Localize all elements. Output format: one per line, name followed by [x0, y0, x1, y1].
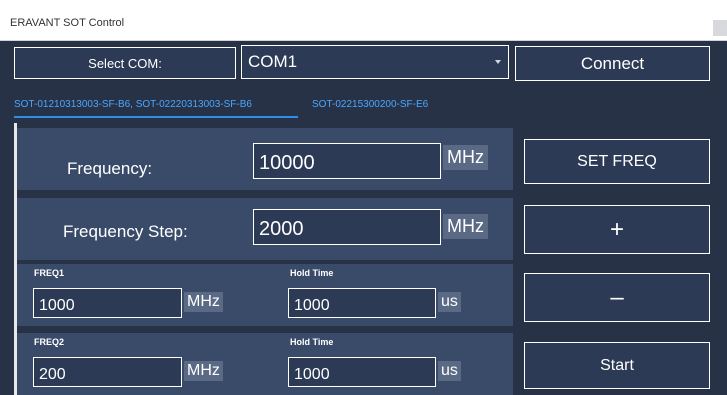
- device-tabs: SOT-01210313003-SF-B6, SOT-02220313003-S…: [0, 89, 727, 119]
- com-port-select[interactable]: COM1: [241, 45, 509, 79]
- frequency-unit: MHz: [443, 145, 488, 170]
- freq1-input[interactable]: 1000: [33, 288, 182, 318]
- freq2-unit: MHz: [184, 361, 223, 381]
- window-control-icon[interactable]: [713, 20, 727, 36]
- freq1-hold-input[interactable]: 1000: [288, 288, 436, 318]
- freq1-unit: MHz: [184, 292, 223, 312]
- chevron-down-icon: [495, 60, 501, 64]
- frequency-input[interactable]: 10000: [253, 143, 441, 179]
- frequency-step-input[interactable]: 2000: [253, 209, 441, 245]
- freq1-row: FREQ1 1000 MHz Hold Time 1000 us: [17, 264, 513, 326]
- freq1-hold-unit: us: [438, 292, 461, 312]
- frequency-label: Frequency:: [67, 159, 153, 178]
- freq2-input[interactable]: 200: [33, 357, 182, 387]
- freq2-row: FREQ2 200 MHz Hold Time 1000 us: [17, 333, 513, 395]
- start-button[interactable]: Start: [524, 342, 710, 389]
- freq1-label: FREQ1: [34, 268, 65, 278]
- select-com-label: Select COM:: [14, 47, 236, 79]
- frequency-step-row: Frequency Step: 2000 MHz: [17, 198, 513, 260]
- frequency-step-label: Frequency Step:: [63, 222, 188, 241]
- control-panel: Frequency: 10000 MHz Frequency Step: 200…: [14, 123, 513, 395]
- frequency-row: Frequency: 10000 MHz: [17, 128, 513, 190]
- freq2-hold-label: Hold Time: [290, 337, 334, 347]
- tab-sot-e6[interactable]: SOT-02215300200-SF-E6: [312, 89, 472, 119]
- decrement-button[interactable]: –: [524, 273, 710, 322]
- tab-sot-b6[interactable]: SOT-01210313003-SF-B6, SOT-02220313003-S…: [14, 89, 298, 119]
- window-title: ERAVANT SOT Control: [10, 17, 125, 29]
- set-freq-button[interactable]: SET FREQ: [524, 139, 710, 184]
- com-port-value: COM1: [248, 52, 298, 71]
- increment-button[interactable]: +: [524, 205, 710, 254]
- connect-button[interactable]: Connect: [515, 46, 710, 81]
- freq2-hold-input[interactable]: 1000: [288, 357, 436, 387]
- active-tab-indicator: [14, 116, 298, 118]
- frequency-step-unit: MHz: [443, 214, 488, 239]
- freq2-label: FREQ2: [34, 337, 65, 347]
- title-bar: ERAVANT SOT Control: [0, 0, 727, 41]
- freq1-hold-label: Hold Time: [290, 268, 334, 278]
- freq2-hold-unit: us: [438, 361, 461, 381]
